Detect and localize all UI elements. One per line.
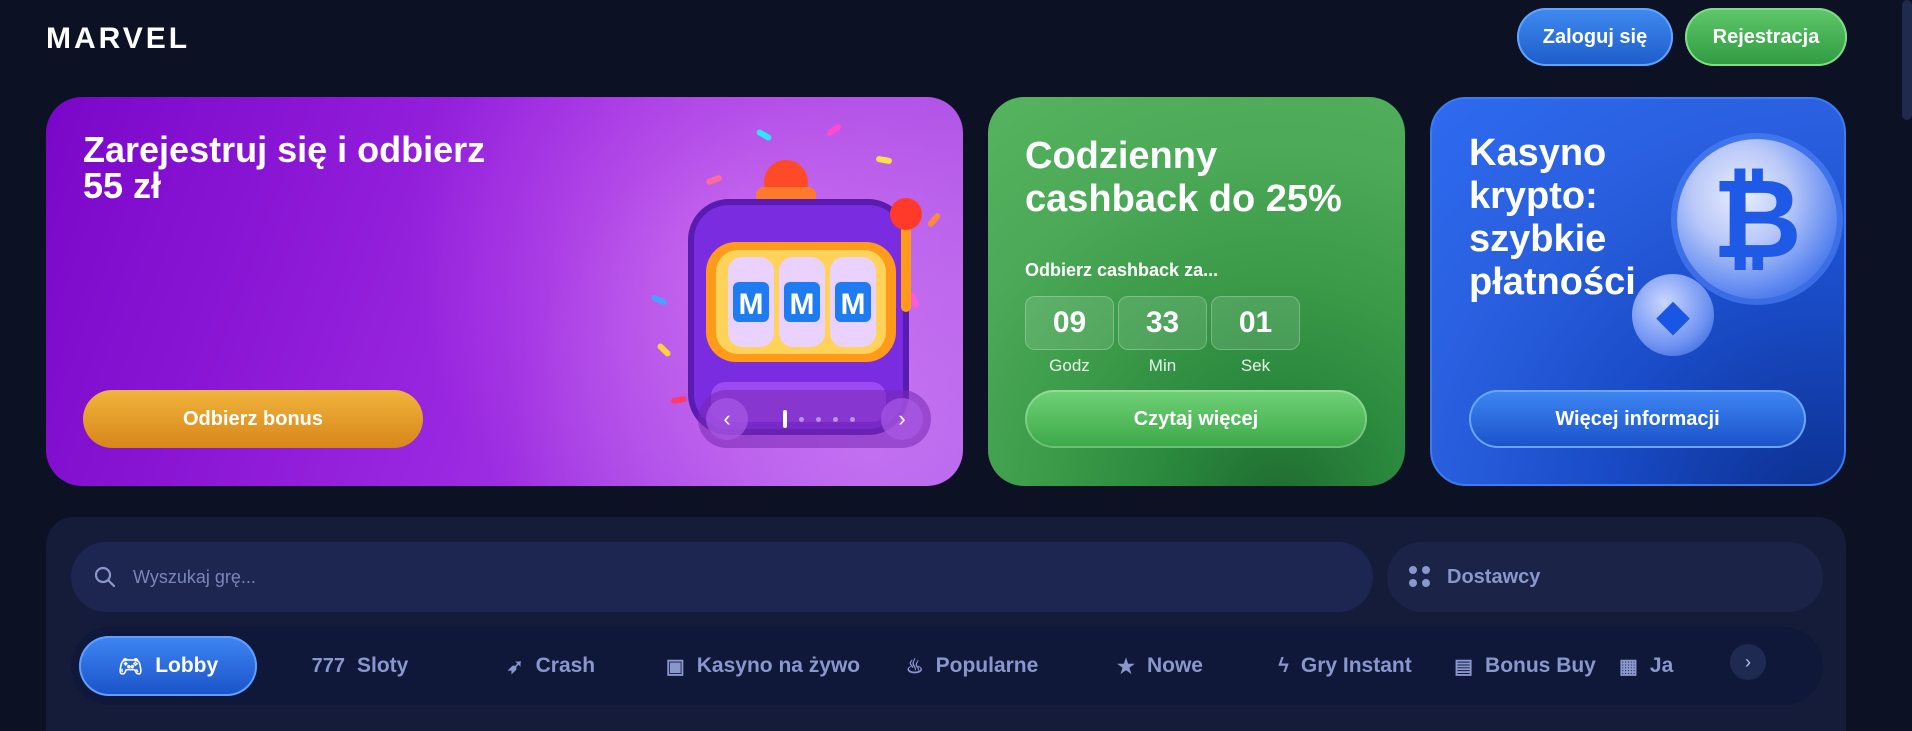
timer-seconds-label: Sek [1240, 356, 1271, 375]
search-icon [94, 566, 116, 588]
login-button[interactable]: Zaloguj się [1517, 8, 1673, 66]
banner-subtitle: Odbierz cashback za... [1025, 260, 1219, 280]
chevron-left-icon[interactable]: ‹ [706, 398, 748, 440]
providers-label: Dostawcy [1447, 565, 1541, 588]
tab-label: Bonus Buy [1485, 654, 1596, 677]
lightning-icon: ϟ [1278, 654, 1289, 677]
tab-live-casino[interactable]: ▣ Kasyno na żywo [653, 636, 873, 696]
ticket-icon: ▤ [1454, 655, 1474, 678]
logo[interactable]: MARVEL [46, 22, 190, 56]
timer-hours: 09 [1025, 296, 1114, 350]
tab-label: Crash [535, 654, 596, 677]
slot-reel-1: M [739, 288, 764, 321]
category-tabs: 🎮︎ Lobby 777 Sloty ➶ Crash ▣ Kasyno na ż… [71, 627, 1823, 705]
cashback-banner[interactable]: Codzienny cashback do 25% Odbierz cashba… [988, 97, 1405, 486]
tab-crash[interactable]: ➶ Crash [462, 636, 640, 696]
rocket-icon: ➶ [506, 655, 524, 678]
carousel-dots [783, 410, 855, 428]
tab-lobby[interactable]: 🎮︎ Lobby [79, 636, 257, 696]
tab-instant-games[interactable]: ϟ Gry Instant [1256, 636, 1434, 696]
tab-label: Ja [1649, 654, 1674, 677]
slot-reel-2: M [790, 288, 815, 321]
slot-reel-3: M [841, 288, 866, 321]
page-scrollbar[interactable] [1902, 0, 1912, 120]
sevens-icon: 777 [311, 654, 346, 677]
timer-hours-label: Godz [1049, 356, 1090, 375]
tab-bonus-buy[interactable]: ▤ Bonus Buy [1436, 636, 1614, 696]
cards-icon: ▣ [665, 655, 685, 678]
search-input[interactable] [131, 565, 1335, 589]
register-button[interactable]: Rejestracja [1685, 8, 1847, 66]
jackpot-icon: ▦ [1619, 655, 1638, 678]
chevron-right-icon[interactable]: › [881, 398, 923, 440]
tab-label: Sloty [357, 654, 409, 677]
carousel-dot[interactable] [833, 416, 838, 422]
tab-popular[interactable]: ♨ Popularne [883, 636, 1061, 696]
tab-sloty[interactable]: 777 Sloty [271, 636, 449, 696]
timer-minutes-label: Min [1148, 356, 1177, 375]
carousel-dot-active[interactable] [783, 410, 787, 428]
claim-bonus-button[interactable]: Odbierz bonus [83, 390, 423, 448]
banner-carousel-controls: ‹ › [698, 390, 931, 448]
countdown-timer: 09 Godz 33 Min 01 Sek [1025, 296, 1300, 376]
tab-label: Gry Instant [1300, 654, 1412, 677]
tab-label: Lobby [155, 654, 219, 677]
chevron-right-icon[interactable]: › [1730, 644, 1766, 680]
timer-seconds: 01 [1211, 296, 1300, 350]
banner-title: Zarejestruj się i odbierz 55 zł [83, 129, 486, 206]
flame-icon: ♨ [905, 655, 924, 678]
carousel-dot[interactable] [799, 416, 804, 422]
providers-dropdown[interactable]: Dostawcy [1387, 542, 1823, 612]
gamepad-icon: 🎮︎ [117, 655, 144, 678]
ethereum-icon: ◆ [1632, 274, 1714, 356]
banner-title: Codzienny cashback do 25% [1025, 135, 1342, 220]
search-bar[interactable] [71, 542, 1373, 612]
carousel-dot[interactable] [816, 416, 821, 422]
star-icon: ★ [1117, 655, 1135, 678]
crypto-banner[interactable]: Kasyno krypto: szybkie płatności ₿ ◆ Wię… [1430, 97, 1846, 486]
more-info-button[interactable]: Więcej informacji [1469, 390, 1806, 448]
tab-label: Kasyno na żywo [696, 654, 861, 677]
bitcoin-icon: ₿ [1677, 139, 1837, 299]
timer-minutes: 33 [1118, 296, 1207, 350]
welcome-bonus-banner[interactable]: Zarejestruj się i odbierz 55 zł M M M Od… [46, 97, 963, 486]
games-panel: Dostawcy 🎮︎ Lobby 777 Sloty ➶ Crash ▣ Ka… [46, 517, 1846, 731]
tab-label: Nowe [1146, 654, 1203, 677]
tab-new[interactable]: ★ Nowe [1071, 636, 1249, 696]
carousel-dot[interactable] [850, 416, 855, 422]
grid-dots-icon [1409, 566, 1431, 588]
tab-label: Popularne [935, 654, 1039, 677]
read-more-button[interactable]: Czytaj więcej [1025, 390, 1367, 448]
